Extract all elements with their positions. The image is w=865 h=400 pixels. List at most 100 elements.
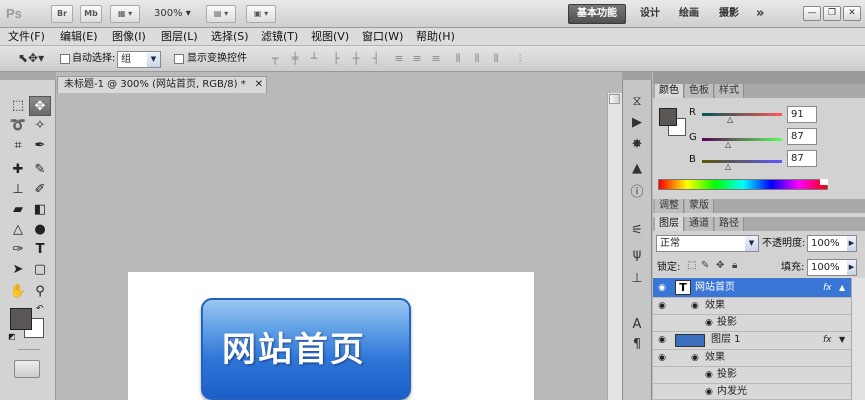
tab-styles[interactable]: 样式 — [715, 84, 744, 98]
menu-help[interactable]: 帮助(H) — [416, 28, 455, 46]
fill-input[interactable]: 100% ▶ — [807, 259, 857, 276]
r-value-input[interactable]: 91 — [787, 106, 817, 123]
fx-icon[interactable]: fx — [823, 280, 832, 296]
auto-select-dropdown[interactable]: 组 ▼ — [117, 51, 161, 68]
foreground-color-swatch-top[interactable] — [10, 308, 32, 330]
layer-effects-header[interactable]: ◉ ◉ 效果 — [653, 298, 860, 315]
align-hcenter-icon[interactable]: ┼ — [349, 52, 363, 66]
menu-layer[interactable]: 图层(L) — [161, 28, 198, 46]
align-vcenter-icon[interactable]: ╪ — [288, 52, 302, 66]
close-button[interactable]: ✕ — [843, 6, 861, 21]
layer-effects-header[interactable]: ◉ ◉ 效果 — [653, 350, 860, 367]
workspace-photography[interactable]: 摄影 — [719, 4, 739, 24]
clone-stamp-tool-icon[interactable]: ⊥ — [7, 180, 29, 200]
show-transform-controls-checkbox[interactable] — [174, 54, 184, 64]
lock-all-icon[interactable]: 🔒︎ — [732, 260, 737, 271]
eraser-tool-icon[interactable]: ▰ — [7, 200, 29, 220]
lock-position-icon[interactable]: ✥ — [716, 260, 724, 271]
menu-view[interactable]: 视图(V) — [311, 28, 349, 46]
menu-window[interactable]: 窗口(W) — [362, 28, 403, 46]
lock-image-icon[interactable]: ✎ — [701, 260, 709, 271]
g-value-input[interactable]: 87 — [787, 128, 817, 145]
layer-effect-drop-shadow[interactable]: ◉ 投影 — [653, 367, 860, 384]
tools-panel-header[interactable] — [0, 72, 56, 80]
layer-effect-inner-glow[interactable]: ◉ 内发光 — [653, 384, 860, 400]
b-slider[interactable] — [702, 160, 782, 163]
menu-image[interactable]: 图像(I) — [112, 28, 146, 46]
menu-filter[interactable]: 滤镜(T) — [261, 28, 298, 46]
shape-tool-icon[interactable]: ▢ — [29, 260, 51, 280]
path-selection-tool-icon[interactable]: ➤ — [7, 260, 29, 280]
eye-icon[interactable]: ◉ — [705, 384, 713, 400]
document-vertical-scrollbar[interactable] — [607, 93, 622, 400]
marquee-tool-icon[interactable]: ⬚ — [7, 96, 29, 116]
r-slider[interactable] — [702, 113, 782, 116]
default-colors-icon[interactable]: ◩ — [8, 332, 16, 341]
clone-source-panel-icon[interactable]: ⊥ — [628, 270, 646, 288]
crop-tool-icon[interactable]: ⌗ — [7, 136, 29, 156]
blend-mode-dropdown[interactable]: 正常 ▼ — [656, 235, 759, 252]
eye-icon[interactable]: ◉ — [655, 350, 669, 366]
gradient-tool-icon[interactable]: ◧ — [29, 200, 51, 220]
g-slider-handle-icon[interactable]: △ — [725, 140, 731, 149]
history-brush-tool-icon[interactable]: ✐ — [29, 180, 51, 200]
history-panel-icon[interactable]: ⧖ — [628, 93, 646, 111]
zoom-level-select[interactable]: 300% ▾ — [154, 6, 206, 22]
eyedropper-tool-icon[interactable]: ✒ — [29, 136, 51, 156]
eye-icon[interactable]: ◉ — [655, 332, 669, 348]
opacity-input[interactable]: 100% ▶ — [807, 235, 857, 252]
pen-tool-icon[interactable]: ✑ — [7, 240, 29, 260]
r-slider-handle-icon[interactable]: △ — [727, 115, 733, 124]
distribute-vcenter-icon[interactable]: ≡ — [410, 52, 424, 66]
menu-file[interactable]: 文件(F) — [8, 28, 45, 46]
eye-icon[interactable]: ◉ — [655, 298, 669, 314]
chevron-down-icon[interactable]: ▼ — [839, 332, 845, 348]
tab-swatches[interactable]: 色板 — [685, 84, 714, 98]
paragraph-panel-icon[interactable]: ¶ — [628, 336, 646, 354]
distribute-right-icon[interactable]: ⫴ — [489, 52, 503, 66]
g-slider[interactable] — [702, 138, 782, 141]
type-tool-icon[interactable]: T — [29, 240, 51, 260]
magic-wand-tool-icon[interactable]: ✧ — [29, 116, 51, 136]
workspace-design[interactable]: 设计 — [640, 4, 660, 24]
distribute-left-icon[interactable]: ⫴ — [451, 52, 465, 66]
eye-icon[interactable]: ◉ — [705, 367, 713, 383]
align-left-icon[interactable]: ├ — [329, 52, 343, 66]
chevron-up-icon[interactable]: ▲ — [839, 280, 845, 296]
layers-scrollbar[interactable] — [851, 278, 865, 400]
menu-edit[interactable]: 编辑(E) — [60, 28, 98, 46]
auto-select-checkbox[interactable] — [60, 54, 70, 64]
color-fg-swatch[interactable] — [659, 108, 677, 126]
layer-row-text[interactable]: ◉ T 网站首页 fx ▲ — [653, 278, 860, 298]
close-document-icon[interactable]: ✕ — [255, 77, 263, 93]
eye-icon[interactable]: ◉ — [705, 315, 713, 331]
healing-brush-tool-icon[interactable]: ✚ — [7, 160, 29, 180]
document-tab[interactable]: 未标题-1 @ 300% (网站首页, RGB/8) * ✕ — [57, 76, 267, 93]
tab-paths[interactable]: 路径 — [715, 217, 744, 231]
layer-effect-drop-shadow[interactable]: ◉ 投影 — [653, 315, 860, 332]
actions-panel-icon[interactable]: ▶ — [628, 114, 646, 132]
lasso-tool-icon[interactable]: ➰ — [7, 116, 29, 136]
workspace-painting[interactable]: 绘画 — [679, 4, 699, 24]
align-bottom-icon[interactable]: ┴ — [307, 52, 321, 66]
tab-layers[interactable]: 图层 — [655, 217, 684, 231]
tab-channels[interactable]: 通道 — [685, 217, 714, 231]
move-tool-icon[interactable]: ✥ — [29, 96, 51, 116]
effects-visibility-icon[interactable]: ◉ — [691, 350, 699, 366]
minimize-button[interactable]: — — [803, 6, 821, 21]
histogram-panel-icon[interactable]: ▲ — [628, 160, 646, 178]
menu-select[interactable]: 选择(S) — [211, 28, 249, 46]
character-panel-icon[interactable]: A — [628, 316, 646, 334]
info-panel-icon[interactable]: ⓘ — [628, 184, 646, 202]
tab-adjustments[interactable]: 调整 — [655, 199, 684, 213]
b-value-input[interactable]: 87 — [787, 150, 817, 167]
layer-row-raster[interactable]: ◉ 图层 1 fx ▼ — [653, 332, 860, 350]
dodge-tool-icon[interactable]: ● — [29, 220, 51, 240]
distribute-bottom-icon[interactable]: ≡ — [429, 52, 443, 66]
tab-color[interactable]: 颜色 — [655, 84, 684, 98]
arrange-documents-button[interactable]: ▤ ▾ — [206, 5, 236, 23]
tool-presets-panel-icon[interactable]: ⚟ — [628, 222, 646, 240]
workspace-essentials[interactable]: 基本功能 — [568, 4, 626, 24]
screen-mode-button[interactable]: ▣ ▾ — [246, 5, 276, 23]
distribute-hcenter-icon[interactable]: ⫴ — [470, 52, 484, 66]
